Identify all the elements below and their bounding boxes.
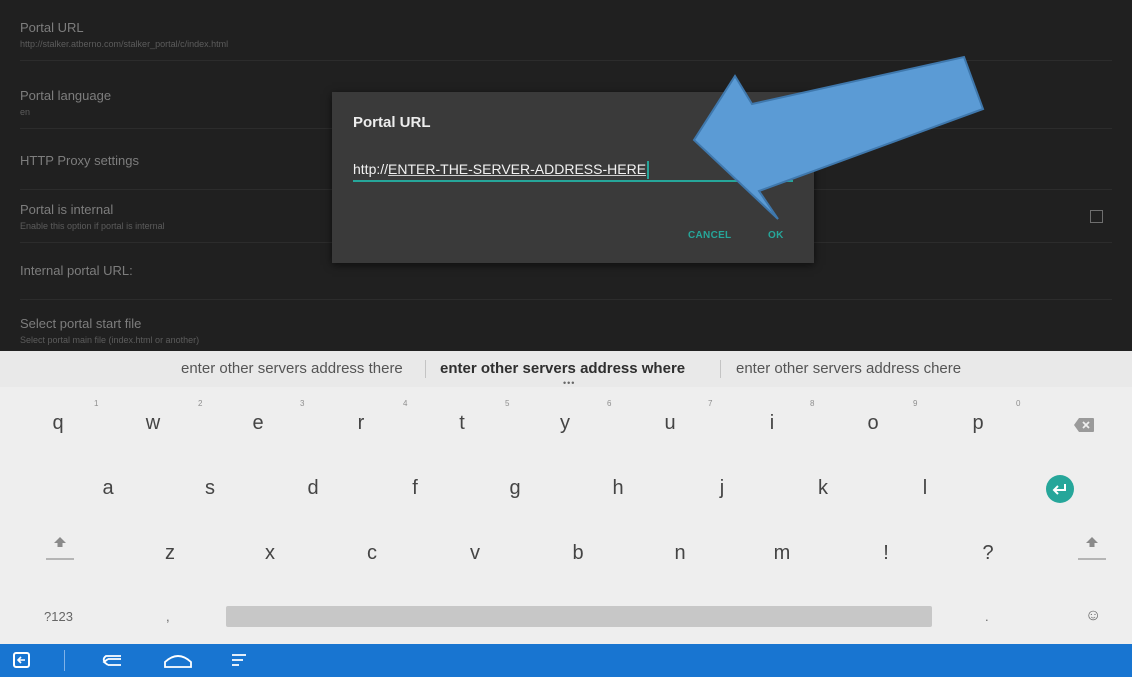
key-b[interactable]: b [558, 541, 598, 565]
recents-icon[interactable] [228, 648, 250, 672]
shift-underline [1078, 558, 1106, 560]
system-nav-bar [0, 644, 1132, 677]
key-hint: 5 [505, 399, 510, 408]
key-x[interactable]: x [250, 541, 290, 565]
nav-divider [64, 650, 65, 671]
key-r[interactable]: r [341, 411, 381, 435]
key-m[interactable]: m [762, 541, 802, 565]
key-hint: 4 [403, 399, 408, 408]
key-j[interactable]: j [702, 476, 742, 500]
key-s[interactable]: s [190, 476, 230, 500]
shift-underline [46, 558, 74, 560]
key-u[interactable]: u [650, 411, 690, 435]
key-hint: 0 [1016, 399, 1021, 408]
key-hint: 1 [94, 399, 99, 408]
key-exclamation[interactable]: ! [866, 541, 906, 565]
suggestion-center[interactable]: enter other servers address where [440, 360, 685, 377]
back-icon[interactable] [99, 648, 129, 672]
space-key[interactable] [226, 606, 932, 627]
key-a[interactable]: a [88, 476, 128, 500]
key-l[interactable]: l [905, 476, 945, 500]
key-period[interactable]: . [985, 609, 989, 624]
key-hint: 7 [708, 399, 713, 408]
emoji-icon[interactable]: ☺ [1085, 607, 1101, 625]
key-g[interactable]: g [495, 476, 535, 500]
home-icon[interactable] [161, 648, 195, 672]
suggestion-right[interactable]: enter other servers address chere [736, 360, 961, 377]
key-h[interactable]: h [598, 476, 638, 500]
key-d[interactable]: d [293, 476, 333, 500]
key-e[interactable]: e [238, 411, 278, 435]
key-n[interactable]: n [660, 541, 700, 565]
key-v[interactable]: v [455, 541, 495, 565]
shift-key-right[interactable] [1072, 530, 1112, 560]
suggestion-left[interactable]: enter other servers address there [181, 360, 403, 377]
key-w[interactable]: w [133, 411, 173, 435]
key-comma[interactable]: , [166, 609, 170, 624]
suggestion-bar: enter other servers address there enter … [0, 351, 1132, 388]
key-hint: 9 [913, 399, 918, 408]
key-q[interactable]: q [38, 411, 78, 435]
key-p[interactable]: p [958, 411, 998, 435]
suggestion-divider [425, 360, 426, 378]
backspace-icon[interactable] [1073, 417, 1095, 433]
enter-key[interactable] [1046, 475, 1074, 503]
key-f[interactable]: f [395, 476, 435, 500]
key-hint: 8 [810, 399, 815, 408]
key-t[interactable]: t [442, 411, 482, 435]
key-o[interactable]: o [853, 411, 893, 435]
shift-icon [54, 537, 66, 547]
key-k[interactable]: k [803, 476, 843, 500]
suggestion-divider [720, 360, 721, 378]
key-i[interactable]: i [752, 411, 792, 435]
shift-icon [1086, 537, 1098, 547]
shift-key-left[interactable] [40, 530, 80, 560]
key-hint: 6 [607, 399, 612, 408]
enter-icon [1052, 484, 1066, 495]
keyboard-switch-icon[interactable] [11, 648, 33, 672]
key-hint: 2 [198, 399, 203, 408]
key-question[interactable]: ? [968, 541, 1008, 565]
key-z[interactable]: z [150, 541, 190, 565]
key-c[interactable]: c [352, 541, 392, 565]
soft-keyboard: q 1 w 2 e 3 r 4 t 5 y 6 u 7 i 8 o 9 p 0 … [0, 387, 1132, 644]
key-hint: 3 [300, 399, 305, 408]
symbols-key[interactable]: ?123 [44, 609, 73, 624]
key-y[interactable]: y [545, 411, 585, 435]
